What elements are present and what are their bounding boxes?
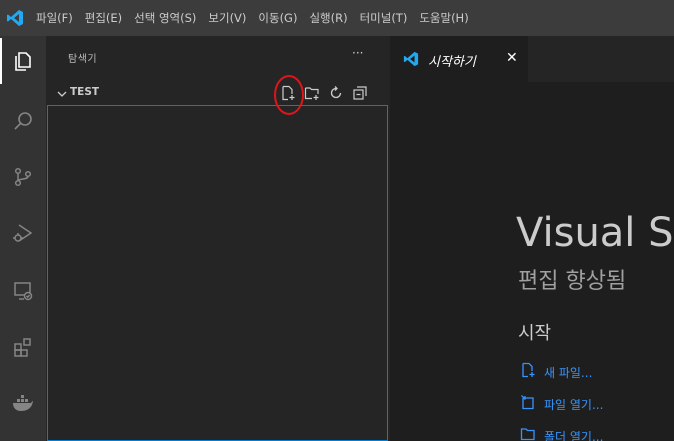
search-icon[interactable] — [0, 98, 46, 144]
refresh-icon[interactable] — [326, 84, 346, 102]
open-file-icon — [520, 394, 536, 414]
new-file-icon — [520, 362, 536, 382]
tab-label: 시작하기 — [428, 55, 476, 70]
activity-bar — [0, 36, 46, 441]
extensions-icon[interactable] — [0, 324, 46, 370]
docker-icon[interactable] — [0, 380, 46, 426]
menu-view[interactable]: 보기(V) — [202, 0, 252, 36]
vscode-logo-icon — [0, 0, 30, 36]
workspace-section-header[interactable]: TEST — [46, 82, 390, 104]
remote-explorer-icon[interactable] — [0, 268, 46, 314]
welcome-title: Visual Studio Code — [516, 210, 674, 256]
start-heading: 시작 — [518, 323, 552, 344]
editor-tab-bar: 시작하기 ✕ — [390, 36, 674, 82]
open-file-label: 파일 열기... — [544, 397, 604, 412]
menu-help[interactable]: 도움말(H) — [413, 0, 474, 36]
menu-edit[interactable]: 편집(E) — [79, 0, 128, 36]
menu-selection[interactable]: 선택 영역(S) — [128, 0, 202, 36]
open-folder-label: 폴더 열기... — [544, 429, 604, 441]
open-folder-link[interactable]: 폴더 열기... — [520, 426, 603, 441]
close-icon[interactable]: ✕ — [506, 50, 518, 66]
menu-terminal[interactable]: 터미널(T) — [354, 0, 414, 36]
chevron-down-icon — [56, 86, 68, 100]
new-file-label: 새 파일... — [544, 365, 593, 380]
open-file-link[interactable]: 파일 열기... — [520, 394, 603, 414]
workspace-folder-name: TEST — [70, 86, 100, 98]
welcome-page: Visual Studio Code 편집 향상됨 시작 새 파일... 파일 … — [390, 82, 674, 441]
vscode-tab-icon — [402, 51, 420, 71]
tab-welcome[interactable]: 시작하기 ✕ — [390, 36, 528, 82]
new-folder-icon[interactable] — [302, 84, 322, 102]
files-icon[interactable] — [0, 38, 46, 84]
more-actions-button[interactable]: ··· — [352, 46, 363, 60]
file-tree[interactable] — [47, 105, 388, 441]
new-file-link[interactable]: 새 파일... — [520, 362, 592, 382]
sidebar-title: 탐색기 — [68, 54, 98, 65]
open-folder-icon — [520, 426, 536, 441]
title-bar: 파일(F) 편집(E) 선택 영역(S) 보기(V) 이동(G) 실행(R) 터… — [0, 0, 674, 36]
menu-go[interactable]: 이동(G) — [252, 0, 303, 36]
vscode-window: 파일(F) 편집(E) 선택 영역(S) 보기(V) 이동(G) 실행(R) 터… — [0, 0, 674, 441]
run-debug-icon[interactable] — [0, 210, 46, 256]
source-control-icon[interactable] — [0, 154, 46, 200]
new-file-icon[interactable] — [278, 84, 298, 102]
menu-file[interactable]: 파일(F) — [30, 0, 79, 36]
collapse-all-icon[interactable] — [350, 84, 370, 102]
menu-run[interactable]: 실행(R) — [303, 0, 353, 36]
explorer-sidebar: 탐색기 ··· TEST — [46, 36, 390, 441]
welcome-subtitle: 편집 향상됨 — [518, 269, 627, 294]
menu-bar: 파일(F) 편집(E) 선택 영역(S) 보기(V) 이동(G) 실행(R) 터… — [30, 0, 475, 36]
